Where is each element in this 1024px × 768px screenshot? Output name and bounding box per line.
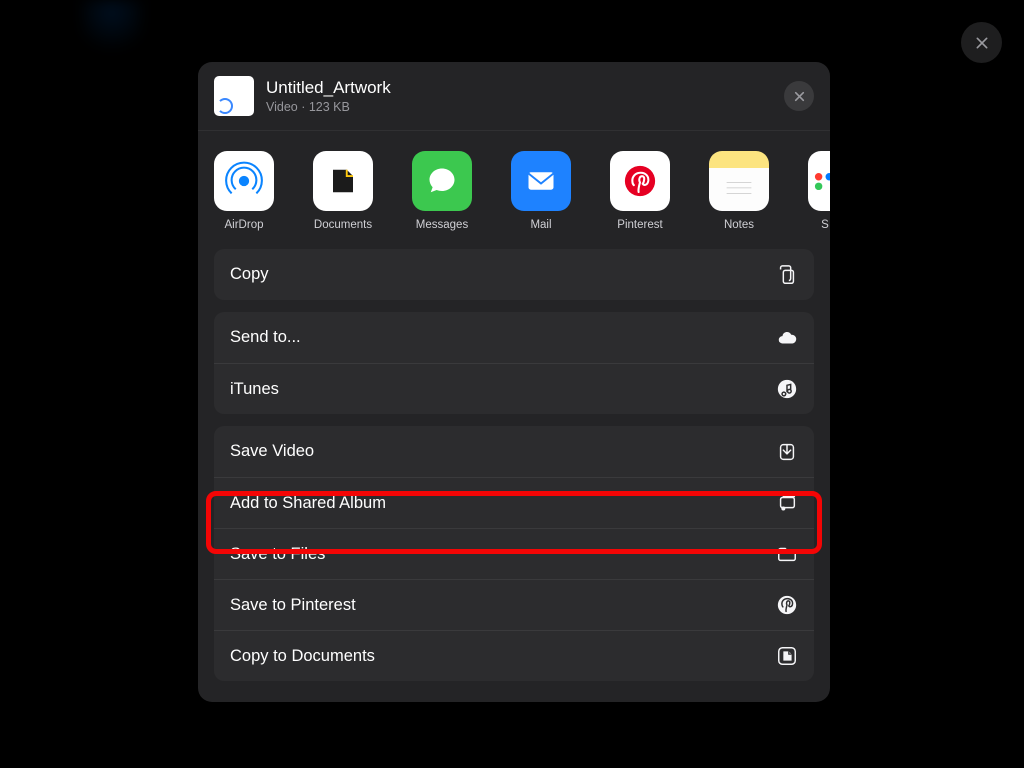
- share-app-label: Notes: [724, 219, 754, 231]
- share-app-label: Messages: [416, 219, 468, 231]
- share-app-airdrop[interactable]: AirDrop: [214, 151, 274, 231]
- pinterest-circle-icon: [776, 594, 798, 616]
- action-copy[interactable]: Copy: [214, 249, 814, 300]
- file-subtitle: Video · 123 KB: [266, 100, 391, 114]
- airdrop-icon: [214, 151, 274, 211]
- action-save-to-pinterest[interactable]: Save to Pinterest: [214, 579, 814, 630]
- file-info: Untitled_Artwork Video · 123 KB: [266, 78, 391, 114]
- share-apps-row[interactable]: AirDrop Documents Messages: [198, 131, 830, 249]
- share-app-label: Mail: [530, 219, 551, 231]
- action-group-save: Save Video Add to Shared Album Save to F…: [214, 426, 814, 681]
- mail-icon: [511, 151, 571, 211]
- close-icon: [974, 35, 990, 51]
- action-save-to-files[interactable]: Save to Files: [214, 528, 814, 579]
- documents-app-icon: [776, 645, 798, 667]
- action-label: Copy: [230, 265, 269, 284]
- action-group-copy: Copy: [214, 249, 814, 300]
- share-app-label: Documents: [314, 219, 372, 231]
- action-group-sendto: Send to... iTunes: [214, 312, 814, 414]
- cloud-icon: [776, 327, 798, 349]
- close-icon: [793, 90, 806, 103]
- action-itunes[interactable]: iTunes: [214, 363, 814, 414]
- notes-icon: [709, 151, 769, 211]
- share-app-pinterest[interactable]: Pinterest: [610, 151, 670, 231]
- share-sheet: Untitled_Artwork Video · 123 KB AirDrop: [198, 62, 830, 702]
- share-app-messages[interactable]: Messages: [412, 151, 472, 231]
- action-label: iTunes: [230, 380, 279, 399]
- documents-icon: [313, 151, 373, 211]
- share-app-more[interactable]: S: [808, 151, 830, 231]
- action-label: Add to Shared Album: [230, 494, 386, 513]
- action-add-shared-album[interactable]: Add to Shared Album: [214, 477, 814, 528]
- share-app-label: Pinterest: [617, 219, 662, 231]
- share-app-mail[interactable]: Mail: [511, 151, 571, 231]
- pinterest-icon: [610, 151, 670, 211]
- action-label: Save to Pinterest: [230, 596, 356, 615]
- share-app-notes[interactable]: Notes: [709, 151, 769, 231]
- share-app-label: AirDrop: [225, 219, 264, 231]
- action-label: Save to Files: [230, 545, 325, 564]
- file-title: Untitled_Artwork: [266, 78, 391, 98]
- page-close-button[interactable]: [961, 22, 1002, 63]
- action-label: Send to...: [230, 328, 301, 347]
- action-save-video[interactable]: Save Video: [214, 426, 814, 477]
- share-sheet-header: Untitled_Artwork Video · 123 KB: [198, 62, 830, 131]
- background-decoration: [82, 0, 142, 60]
- more-apps-icon: [808, 151, 830, 211]
- folder-icon: [776, 543, 798, 565]
- share-app-documents[interactable]: Documents: [313, 151, 373, 231]
- messages-icon: [412, 151, 472, 211]
- save-download-icon: [776, 441, 798, 463]
- shared-album-icon: [776, 492, 798, 514]
- action-label: Copy to Documents: [230, 647, 375, 666]
- file-thumbnail: [214, 76, 254, 116]
- share-sheet-close-button[interactable]: [784, 81, 814, 111]
- action-send-to[interactable]: Send to...: [214, 312, 814, 363]
- copy-icon: [776, 264, 798, 286]
- share-app-label: S: [821, 219, 829, 231]
- action-copy-to-documents[interactable]: Copy to Documents: [214, 630, 814, 681]
- action-label: Save Video: [230, 442, 314, 461]
- music-note-circle-icon: [776, 378, 798, 400]
